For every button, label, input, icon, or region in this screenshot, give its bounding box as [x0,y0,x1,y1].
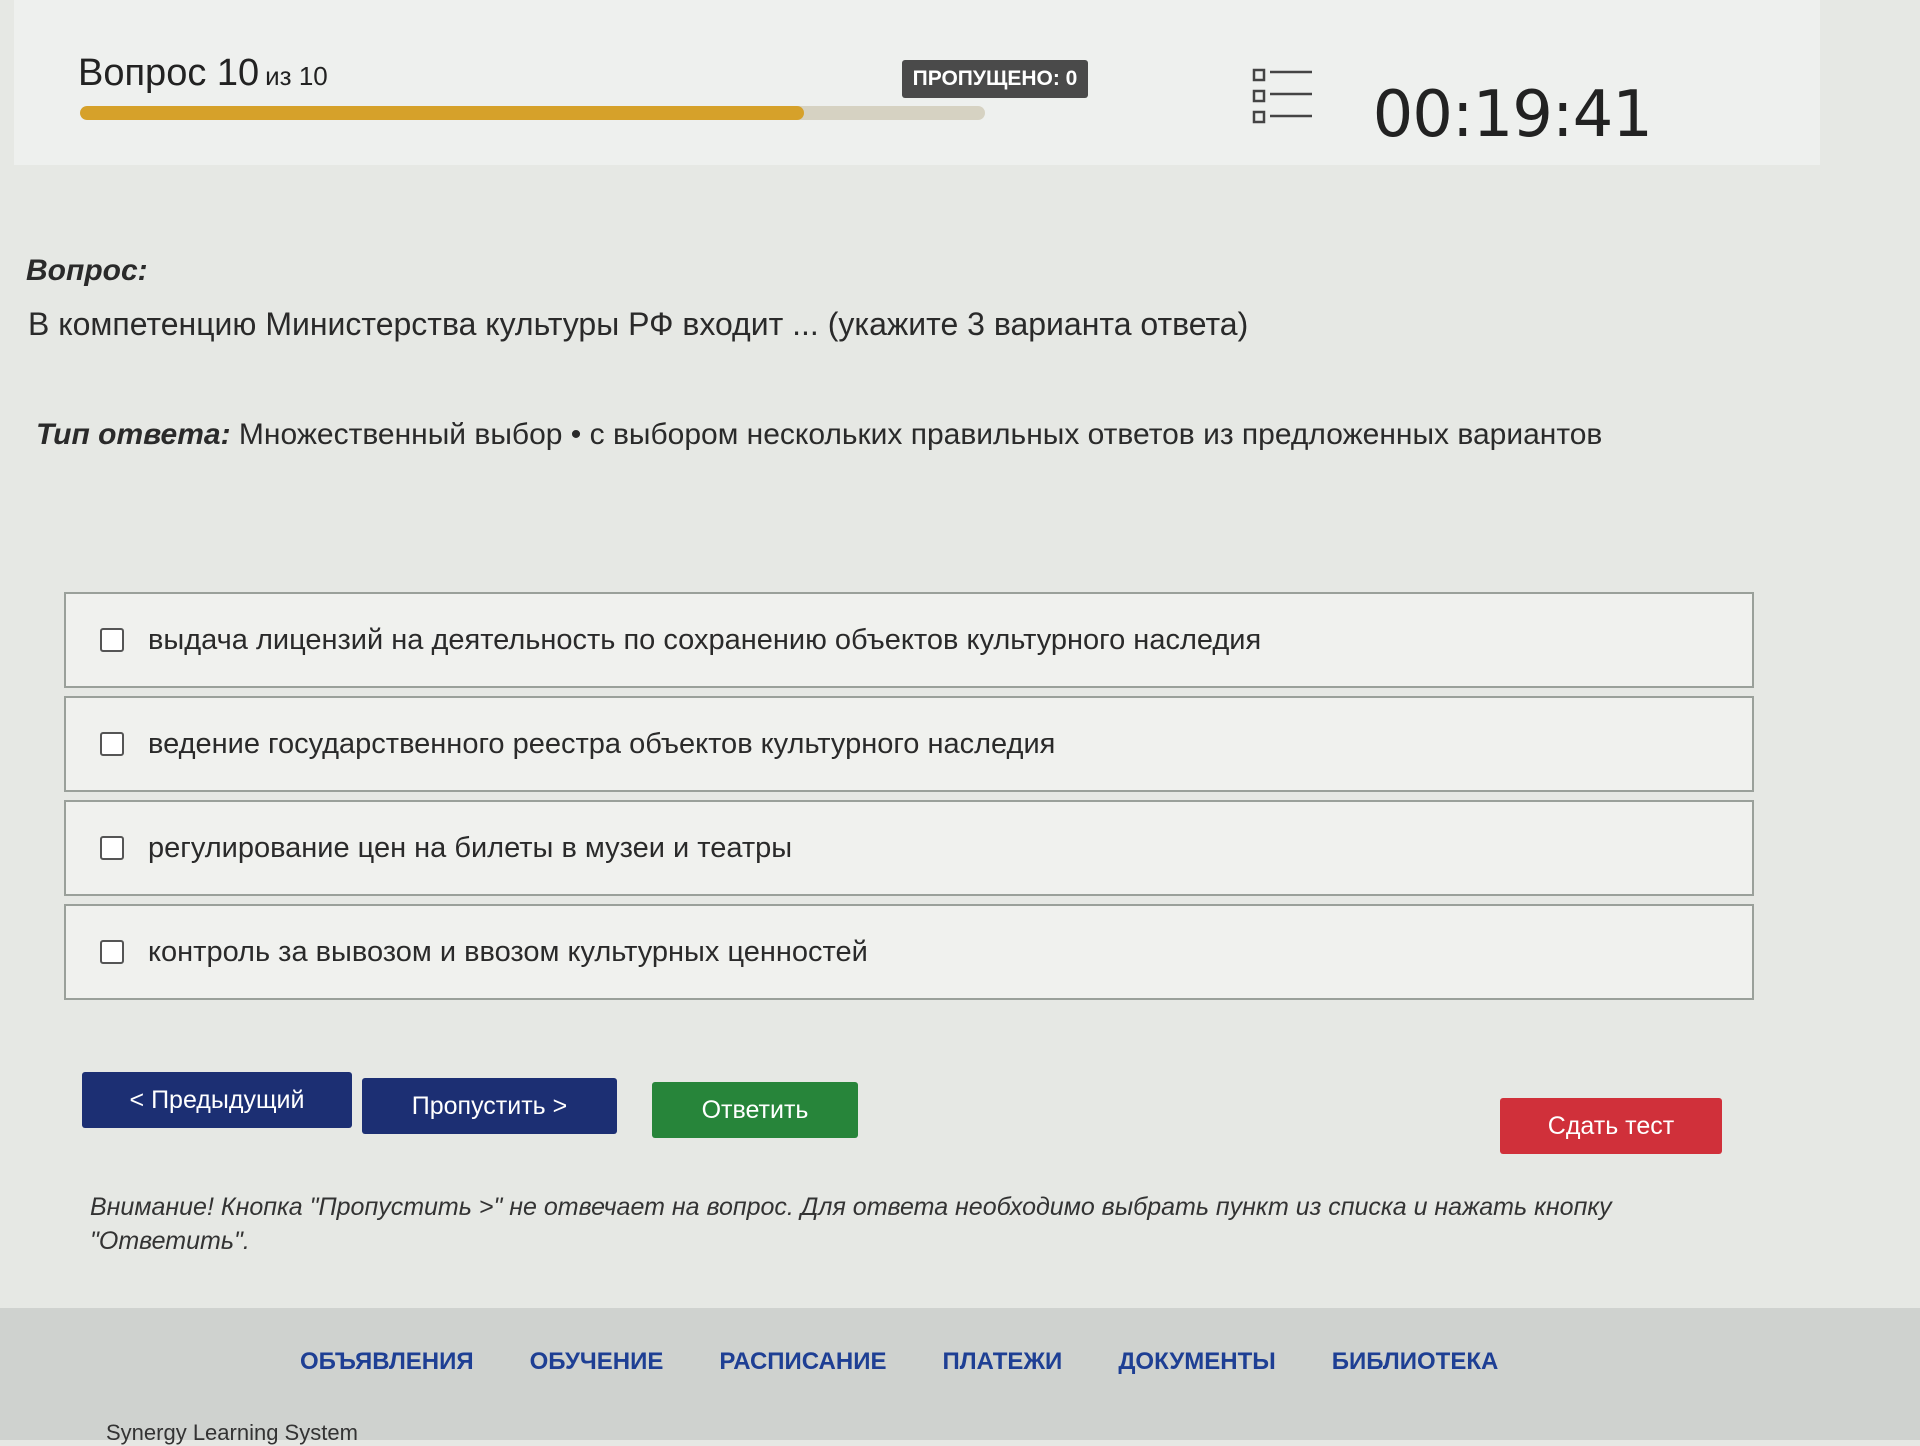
list-icon[interactable] [1252,66,1314,126]
progress-bar-fill [80,106,804,120]
progress-bar [80,106,985,120]
answer-type-text: Множественный выбор • с выбором нескольк… [238,418,1603,451]
footer-link-schedule[interactable]: РАСПИСАНИЕ [719,1348,886,1376]
footer-brand: Synergy Learning System [106,1420,358,1445]
submit-test-button[interactable]: Сдать тест [1500,1098,1722,1154]
option-checkbox[interactable] [100,940,124,964]
option-checkbox[interactable] [100,836,124,860]
option-text: контроль за вывозом и ввозом культурных … [148,935,868,968]
option-checkbox[interactable] [100,732,124,756]
answer-type: Тип ответа: Множественный выбор • с выбо… [36,418,1602,452]
question-number: Вопрос 10 [78,52,260,94]
footer-link-announcements[interactable]: ОБЪЯВЛЕНИЯ [300,1348,474,1376]
answer-type-label: Тип ответа: [36,418,231,451]
answer-button[interactable]: Ответить [652,1082,858,1138]
answer-option[interactable]: выдача лицензий на деятельность по сохра… [64,592,1754,688]
question-label: Вопрос: [26,254,148,287]
option-text: выдача лицензий на деятельность по сохра… [148,623,1262,656]
skipped-badge: ПРОПУЩЕНО: 0 [902,60,1088,98]
answer-option[interactable]: контроль за вывозом и ввозом культурных … [64,904,1754,1000]
footer-nav: ОБЪЯВЛЕНИЯ ОБУЧЕНИЕ РАСПИСАНИЕ ПЛАТЕЖИ Д… [300,1348,1498,1376]
footer-link-documents[interactable]: ДОКУМЕНТЫ [1118,1348,1275,1376]
skip-button[interactable]: Пропустить > [362,1078,617,1134]
footer-link-payments[interactable]: ПЛАТЕЖИ [942,1348,1062,1376]
option-text: регулирование цен на билеты в музеи и те… [148,831,793,864]
skip-warning: Внимание! Кнопка "Пропустить >" не отвеч… [90,1193,1612,1255]
answer-option[interactable]: регулирование цен на билеты в музеи и те… [64,800,1754,896]
answer-option[interactable]: ведение государственного реестра объекто… [64,696,1754,792]
footer: ОБЪЯВЛЕНИЯ ОБУЧЕНИЕ РАСПИСАНИЕ ПЛАТЕЖИ Д… [0,1308,1920,1445]
previous-button[interactable]: < Предыдущий [82,1072,352,1128]
test-header: Вопрос 10 из 10 ПРОПУЩЕНО: 0 00:19:41 [14,0,1820,165]
footer-link-library[interactable]: БИБЛИОТЕКА [1332,1348,1499,1376]
footer-link-education[interactable]: ОБУЧЕНИЕ [530,1348,664,1376]
question-counter: Вопрос 10 из 10 [78,52,328,95]
timer: 00:19:41 [1372,78,1653,152]
question-total: из 10 [265,61,328,91]
option-text: ведение государственного реестра объекто… [148,727,1056,760]
question-text: В компетенцию Министерства культуры РФ в… [28,306,1249,342]
option-checkbox[interactable] [100,628,124,652]
answer-options: выдача лицензий на деятельность по сохра… [64,592,1754,1008]
